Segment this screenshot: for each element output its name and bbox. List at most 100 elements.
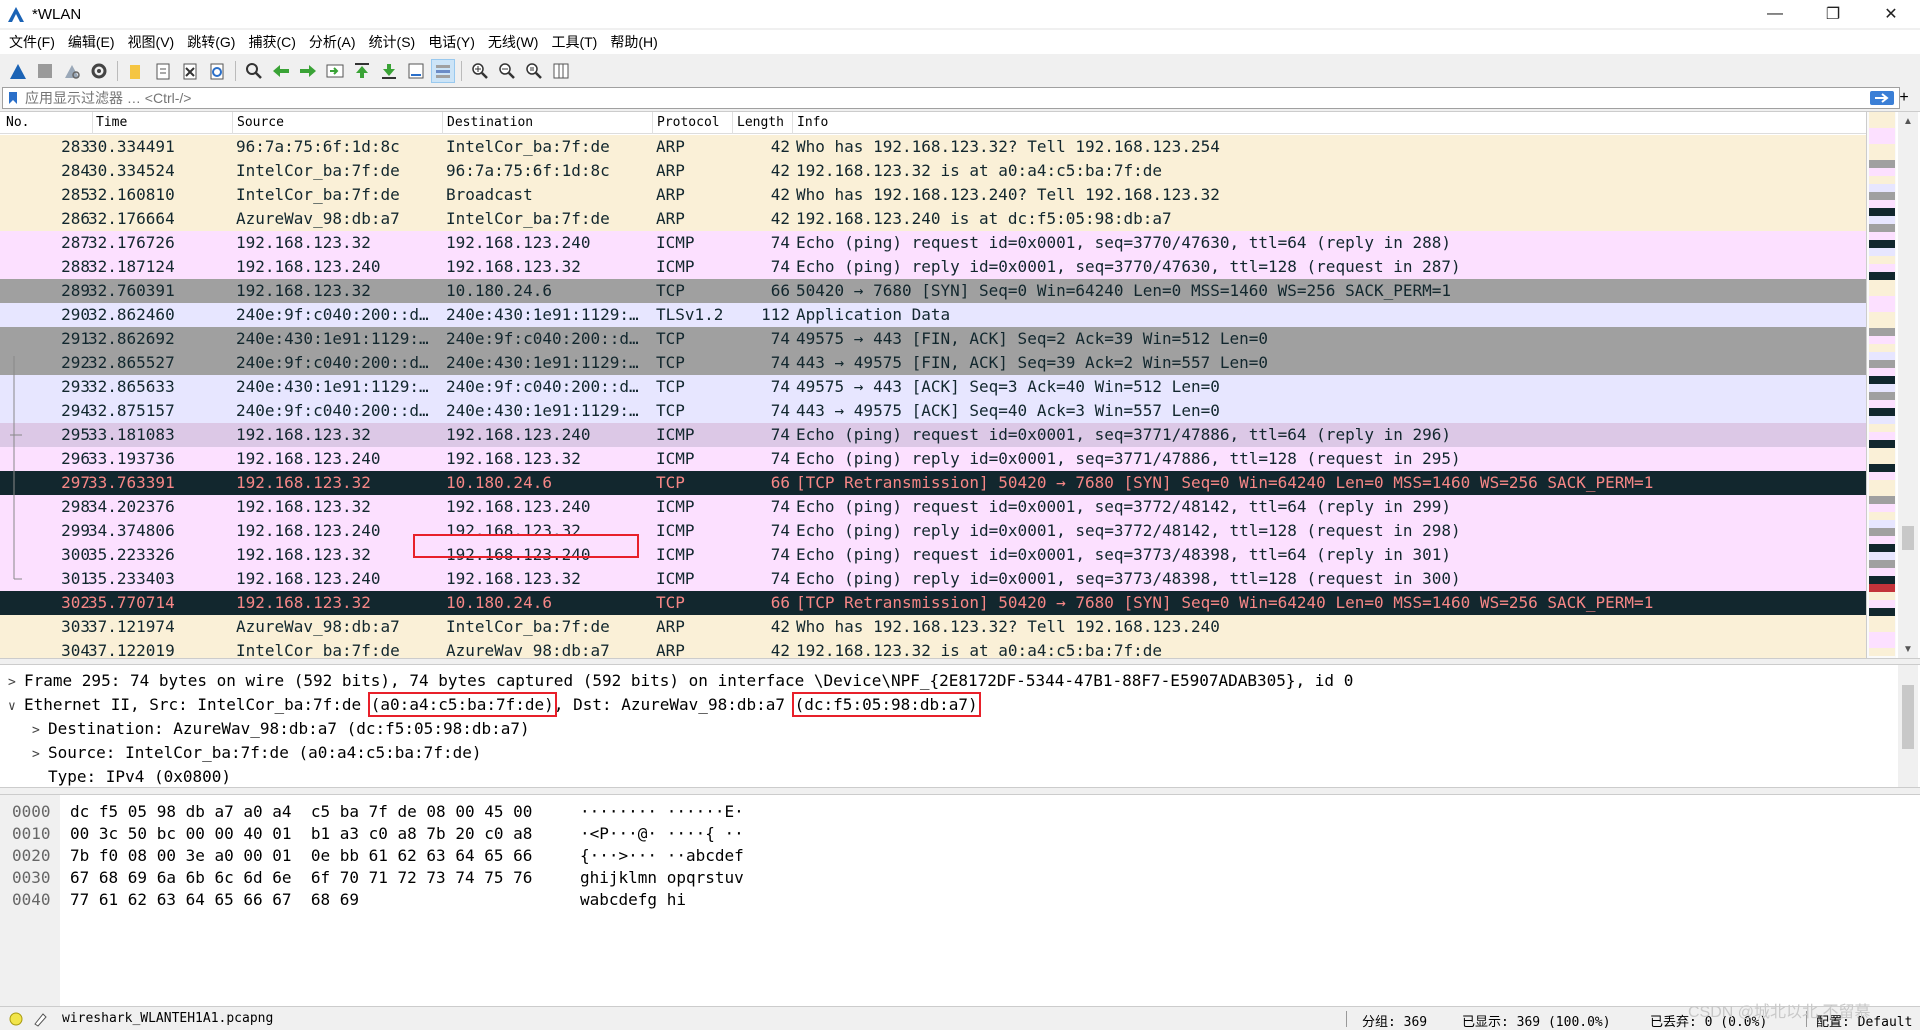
packet-row[interactable]: 301 35.233403 192.168.123.240 192.168.123.3… bbox=[0, 567, 1866, 591]
hex-bytes[interactable]: 77 61 62 63 64 65 66 67 68 69 bbox=[70, 889, 359, 911]
close-button[interactable]: ✕ bbox=[1862, 0, 1920, 28]
packet-list-pane: No. Time Source Destination Protocol Len… bbox=[0, 111, 1920, 659]
packet-row[interactable]: 294 32.875157 240e:9f:c040:200::d… 240e:430… bbox=[0, 399, 1866, 423]
capture-options-button[interactable] bbox=[87, 59, 111, 83]
packet-row[interactable]: 295 33.181083 192.168.123.32 192.168.123.24… bbox=[0, 423, 1866, 447]
ascii-bytes[interactable]: {···>··· ··abcdef bbox=[580, 845, 744, 867]
expand-chevron-icon[interactable]: > bbox=[8, 671, 24, 695]
go-to-packet-button[interactable] bbox=[323, 59, 347, 83]
packet-row[interactable]: 289 32.760391 192.168.123.32 10.180.24.6 TCP… bbox=[0, 279, 1866, 303]
save-file-button[interactable] bbox=[151, 59, 175, 83]
column-header-length[interactable]: Length bbox=[737, 115, 784, 130]
expand-chevron-icon[interactable]: > bbox=[32, 719, 48, 743]
packet-row[interactable]: 284 30.334524 IntelCor_ba:7f:de 96:7a:75:6f… bbox=[0, 159, 1866, 183]
restart-capture-button[interactable] bbox=[60, 59, 84, 83]
scroll-thumb[interactable] bbox=[1902, 526, 1914, 550]
packet-row[interactable]: 296 33.193736 192.168.123.240 192.168.123.3… bbox=[0, 447, 1866, 471]
resize-columns-button[interactable] bbox=[549, 59, 573, 83]
menu-file[interactable]: 文件(F) bbox=[4, 32, 63, 52]
menu-capture[interactable]: 捕获(C) bbox=[243, 32, 303, 52]
column-header-no[interactable]: No. bbox=[6, 115, 29, 130]
go-back-button[interactable] bbox=[269, 59, 293, 83]
column-header-info[interactable]: Info bbox=[797, 115, 828, 130]
detail-frame-row[interactable]: > Frame 295: 74 bytes on wire (592 bits),… bbox=[8, 669, 1353, 693]
column-header-time[interactable]: Time bbox=[96, 115, 127, 130]
column-header-source[interactable]: Source bbox=[237, 115, 284, 130]
packet-info-cell: 192.168.123.32 is at a0:a4:c5:ba:7f:de bbox=[796, 161, 1163, 180]
zoom-in-button[interactable] bbox=[468, 59, 492, 83]
menu-statistics[interactable]: 统计(S) bbox=[364, 32, 424, 52]
filter-bookmark-button[interactable] bbox=[5, 89, 21, 107]
zoom-out-button[interactable] bbox=[495, 59, 519, 83]
menu-tools[interactable]: 工具(T) bbox=[546, 32, 605, 52]
start-capture-button[interactable] bbox=[6, 59, 30, 83]
auto-scroll-button[interactable] bbox=[404, 59, 428, 83]
hex-bytes[interactable]: dc f5 05 98 db a7 a0 a4 c5 ba 7f de 08 0… bbox=[70, 801, 532, 823]
stop-capture-button[interactable] bbox=[33, 59, 57, 83]
reload-file-button[interactable] bbox=[205, 59, 229, 83]
menu-analyze[interactable]: 分析(A) bbox=[304, 32, 364, 52]
packet-row[interactable]: 298 34.202376 192.168.123.32 192.168.123.24… bbox=[0, 495, 1866, 519]
detail-type-row[interactable]: Type: IPv4 (0x0800) bbox=[48, 765, 231, 787]
ascii-bytes[interactable]: ·<P···@· ····{ ·· bbox=[580, 823, 744, 845]
packet-row[interactable]: 302 35.770714 192.168.123.32 10.180.24.6 TCP… bbox=[0, 591, 1866, 615]
open-file-button[interactable] bbox=[124, 59, 148, 83]
minimize-button[interactable]: — bbox=[1746, 0, 1804, 28]
packet-row[interactable]: 293 32.865633 240e:430:1e91:1129:… 240e:9f:… bbox=[0, 375, 1866, 399]
scroll-thumb[interactable] bbox=[1902, 685, 1914, 749]
packet-row[interactable]: 286 32.176664 AzureWav_98:db:a7 IntelCor_ba… bbox=[0, 207, 1866, 231]
menu-help[interactable]: 帮助(H) bbox=[605, 32, 665, 52]
packet-row[interactable]: 292 32.865527 240e:9f:c040:200::d… 240e:430… bbox=[0, 351, 1866, 375]
restart-fin-icon bbox=[65, 65, 80, 79]
zoom-normal-button[interactable] bbox=[522, 59, 546, 83]
find-packet-button[interactable] bbox=[242, 59, 266, 83]
expand-chevron-icon[interactable]: > bbox=[32, 743, 48, 767]
scroll-down-arrow[interactable]: ▼ bbox=[1898, 640, 1918, 658]
menu-wireless[interactable]: 无线(W) bbox=[483, 32, 547, 52]
packet-row[interactable]: 283 30.334491 96:7a:75:6f:1d:8c IntelCor_ba… bbox=[0, 135, 1866, 159]
packet-row[interactable]: 304 37.122019 IntelCor_ba:7f:de AzureWav_98… bbox=[0, 639, 1866, 658]
hex-bytes[interactable]: 00 3c 50 bc 00 00 40 01 b1 a3 c0 a8 7b 2… bbox=[70, 823, 532, 845]
packet-no-cell: 297 bbox=[61, 473, 90, 492]
packet-row[interactable]: 303 37.121974 AzureWav_98:db:a7 IntelCor_ba… bbox=[0, 615, 1866, 639]
go-last-button[interactable] bbox=[377, 59, 401, 83]
maximize-button[interactable]: ❐ bbox=[1804, 0, 1862, 28]
detail-source-row[interactable]: > Source: IntelCor_ba:7f:de (a0:a4:c5:ba:… bbox=[32, 741, 481, 765]
collapse-chevron-icon[interactable]: ∨ bbox=[8, 695, 24, 719]
ascii-bytes[interactable]: ········ ······E· bbox=[580, 801, 744, 823]
ascii-bytes[interactable]: ghijklmn opqrstuv bbox=[580, 867, 744, 889]
packet-list-scrollbar[interactable]: ▲ ▼ bbox=[1898, 112, 1918, 658]
column-header-protocol[interactable]: Protocol bbox=[657, 115, 720, 130]
menu-view[interactable]: 视图(V) bbox=[123, 32, 183, 52]
menu-edit[interactable]: 编辑(E) bbox=[63, 32, 123, 52]
ascii-bytes[interactable]: wabcdefg hi bbox=[580, 889, 686, 911]
menu-telephony[interactable]: 电话(Y) bbox=[423, 32, 483, 52]
packet-row[interactable]: 288 32.187124 192.168.123.240 192.168.123.3… bbox=[0, 255, 1866, 279]
hex-bytes[interactable]: 67 68 69 6a 6b 6c 6d 6e 6f 70 71 72 73 7… bbox=[70, 867, 532, 889]
hex-bytes[interactable]: 7b f0 08 00 3e a0 00 01 0e bb 61 62 63 6… bbox=[70, 845, 532, 867]
menu-go[interactable]: 跳转(G) bbox=[182, 32, 243, 52]
packet-info-cell: 49575 → 443 [FIN, ACK] Seq=2 Ack=39 Win=… bbox=[796, 329, 1269, 348]
detail-ethernet-row[interactable]: ∨ Ethernet II, Src: IntelCor_ba:7f:de (a0… bbox=[8, 692, 981, 719]
go-forward-button[interactable] bbox=[296, 59, 320, 83]
column-header-destination[interactable]: Destination bbox=[447, 115, 533, 130]
packet-row[interactable]: 300 35.223326 192.168.123.32 192.168.123.24… bbox=[0, 543, 1866, 567]
packet-minimap[interactable] bbox=[1866, 112, 1896, 658]
expert-info-icon[interactable] bbox=[8, 1011, 24, 1027]
packet-row[interactable]: 287 32.176726 192.168.123.32 192.168.123.24… bbox=[0, 231, 1866, 255]
packet-row[interactable]: 297 33.763391 192.168.123.32 10.180.24.6 TCP… bbox=[0, 471, 1866, 495]
packet-row[interactable]: 290 32.862460 240e:9f:c040:200::d… 240e:430… bbox=[0, 303, 1866, 327]
packet-row[interactable]: 285 32.160810 IntelCor_ba:7f:de Broadcast AR… bbox=[0, 183, 1866, 207]
scroll-up-arrow[interactable]: ▲ bbox=[1898, 112, 1918, 130]
display-filter-input[interactable] bbox=[21, 89, 1869, 107]
packet-row[interactable]: 291 32.862692 240e:430:1e91:1129:… 240e:9f:… bbox=[0, 327, 1866, 351]
packet-row[interactable]: 299 34.374806 192.168.123.240 192.168.123.3… bbox=[0, 519, 1866, 543]
detail-destination-row[interactable]: > Destination: AzureWav_98:db:a7 (dc:f5:0… bbox=[32, 717, 530, 741]
minimap-stripe bbox=[1869, 456, 1895, 464]
colorize-button[interactable] bbox=[431, 59, 455, 83]
details-scrollbar[interactable] bbox=[1898, 665, 1918, 787]
capture-comment-icon[interactable] bbox=[32, 1011, 48, 1027]
add-filter-button[interactable]: + bbox=[1892, 87, 1916, 109]
close-file-button[interactable] bbox=[178, 59, 202, 83]
go-first-button[interactable] bbox=[350, 59, 374, 83]
